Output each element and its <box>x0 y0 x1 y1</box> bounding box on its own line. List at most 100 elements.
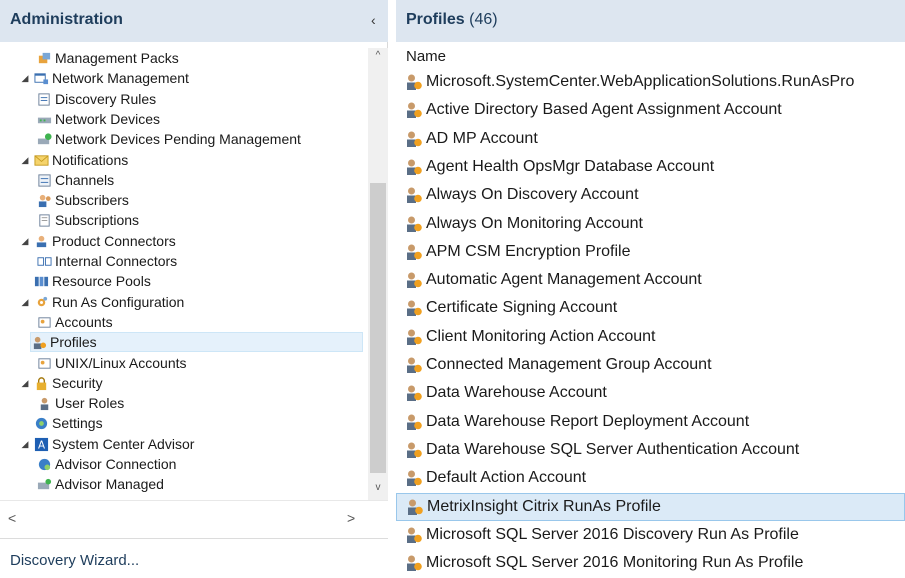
scroll-right-icon[interactable]: > <box>347 510 355 526</box>
tree-item-accounts[interactable]: Accounts <box>36 312 113 332</box>
collapse-pane-button[interactable]: ‹ <box>371 12 376 28</box>
tree-item-label: Settings <box>52 415 103 431</box>
profile-row[interactable]: Microsoft SQL Server 2016 Discovery Run … <box>396 521 905 549</box>
profile-row[interactable]: Microsoft.SystemCenter.WebApplicationSol… <box>396 68 905 96</box>
tree-item-channels[interactable]: Channels <box>36 170 114 190</box>
tree-item-subscriptions[interactable]: Subscriptions <box>36 210 139 230</box>
profile-icon <box>404 243 424 261</box>
vertical-scrollbar[interactable]: ^ v <box>368 48 388 500</box>
tree-item-system-center-advisor[interactable]: ◢ A System Center Advisor <box>20 434 195 454</box>
run-as-configuration-icon <box>33 294 49 310</box>
scroll-down-icon[interactable]: v <box>368 482 388 498</box>
profile-row[interactable]: Always On Monitoring Account <box>396 210 905 238</box>
profiles-icon <box>31 334 47 350</box>
tree-item-settings[interactable]: Settings <box>20 413 103 433</box>
resource-pools-icon <box>33 273 49 289</box>
expand-collapse-icon[interactable]: ◢ <box>20 236 30 247</box>
tree-item-internal-connectors[interactable]: Internal Connectors <box>36 251 177 271</box>
subscribers-icon <box>36 192 52 208</box>
profile-icon <box>404 526 424 544</box>
tree-item-network-devices-pending-management[interactable]: Network Devices Pending Management <box>36 129 301 149</box>
tree-item-label: Product Connectors <box>52 233 176 249</box>
tree-item-security[interactable]: ◢ Security <box>20 373 103 393</box>
tree-item-user-roles[interactable]: User Roles <box>36 393 124 413</box>
settings-icon <box>33 415 49 431</box>
profile-icon <box>404 101 424 119</box>
profile-row[interactable]: Automatic Agent Management Account <box>396 266 905 294</box>
security-icon <box>33 375 49 391</box>
profile-icon <box>404 299 424 317</box>
tree-item-label: Security <box>52 375 103 391</box>
scroll-left-icon[interactable]: < <box>8 510 16 526</box>
profile-row[interactable]: Data Warehouse Report Deployment Account <box>396 408 905 436</box>
profile-name: Always On Monitoring Account <box>426 215 643 232</box>
expand-collapse-icon[interactable]: ◢ <box>20 378 30 389</box>
tree-item-profiles[interactable]: Profiles <box>30 332 363 352</box>
internal-connectors-icon <box>36 253 52 269</box>
profile-row[interactable]: Microsoft SQL Server 2016 Monitoring Run… <box>396 549 905 577</box>
profile-row[interactable]: Connected Management Group Account <box>396 351 905 379</box>
tree-item-unix-linux-accounts[interactable]: UNIX/Linux Accounts <box>36 353 187 373</box>
profile-row[interactable]: Data Warehouse Account <box>396 379 905 407</box>
tree-item-resource-pools[interactable]: Resource Pools <box>20 271 151 291</box>
tree-item-network-management[interactable]: ◢ Network Management <box>20 68 189 88</box>
expand-collapse-icon[interactable]: ◢ <box>20 297 30 308</box>
results-title-text: Profiles <box>406 11 465 28</box>
product-connectors-icon <box>33 233 49 249</box>
profile-row[interactable]: APM CSM Encryption Profile <box>396 238 905 266</box>
tree-item-label: Advisor Managed <box>55 476 164 492</box>
profile-row[interactable]: Data Warehouse SQL Server Authentication… <box>396 436 905 464</box>
advisor-connection-icon <box>36 456 52 472</box>
tree-item-run-as-configuration[interactable]: ◢ Run As Configuration <box>20 292 185 312</box>
profile-row[interactable]: Agent Health OpsMgr Database Account <box>396 153 905 181</box>
profile-icon <box>404 384 424 402</box>
tree-item-label: Network Management <box>52 70 189 86</box>
tree-item-subscribers[interactable]: Subscribers <box>36 190 129 210</box>
profile-name: Automatic Agent Management Account <box>426 271 702 288</box>
profile-icon <box>404 73 424 91</box>
profile-row[interactable]: Always On Discovery Account <box>396 181 905 209</box>
tree-item-notifications[interactable]: ◢ Notifications <box>20 150 129 170</box>
tree-item-network-devices[interactable]: Network Devices <box>36 109 160 129</box>
subscriptions-icon <box>36 212 52 228</box>
profile-icon <box>404 215 424 233</box>
scroll-up-icon[interactable]: ^ <box>368 50 388 66</box>
vertical-scroll-thumb[interactable] <box>370 183 386 473</box>
tree-item-label: Resource Pools <box>52 273 151 289</box>
tree-item-product-connectors[interactable]: ◢ Product Connectors <box>20 231 176 251</box>
profile-icon <box>404 469 424 487</box>
user-roles-icon <box>36 395 52 411</box>
tree-item-management-packs[interactable]: Management Packs <box>36 48 179 68</box>
profile-row[interactable]: Certificate Signing Account <box>396 294 905 322</box>
profile-name: Active Directory Based Agent Assignment … <box>426 101 782 118</box>
network-devices-icon <box>36 111 52 127</box>
tree-item-advisor-managed[interactable]: Advisor Managed <box>36 474 164 494</box>
profile-row[interactable]: Active Directory Based Agent Assignment … <box>396 96 905 124</box>
profile-icon <box>404 130 424 148</box>
profile-name: Microsoft SQL Server 2016 Discovery Run … <box>426 526 799 543</box>
profile-name: Client Monitoring Action Account <box>426 328 656 345</box>
discovery-wizard-link[interactable]: Discovery Wizard... <box>10 552 139 569</box>
profile-row[interactable]: Client Monitoring Action Account <box>396 323 905 351</box>
profile-icon <box>404 413 424 431</box>
tree-item-label: User Roles <box>55 395 125 411</box>
profile-icon <box>404 158 424 176</box>
tree-item-label: Subscribers <box>55 192 129 208</box>
tree-item-discovery-rules[interactable]: Discovery Rules <box>36 89 156 109</box>
svg-text:A: A <box>37 439 44 451</box>
tree-item-advisor-connection[interactable]: Advisor Connection <box>36 454 176 474</box>
expand-collapse-icon[interactable]: ◢ <box>20 155 30 166</box>
tree-item-label: Network Devices <box>55 111 161 127</box>
expand-collapse-icon[interactable]: ◢ <box>20 73 30 84</box>
system-center-advisor-icon: A <box>33 436 49 452</box>
navigation-pane-header: Administration ‹ <box>0 0 388 42</box>
horizontal-scrollbar[interactable]: < > <box>0 500 388 538</box>
profile-row[interactable]: MetrixInsight Citrix RunAs Profile <box>396 493 905 521</box>
profile-row[interactable]: Default Action Account <box>396 464 905 492</box>
results-pane: Profiles (46) Name Microsoft.SystemCente… <box>396 0 905 578</box>
tree-item-label: Notifications <box>52 152 129 168</box>
channels-icon <box>36 172 52 188</box>
column-header-name[interactable]: Name <box>406 48 446 65</box>
expand-collapse-icon[interactable]: ◢ <box>20 439 30 450</box>
profile-row[interactable]: AD MP Account <box>396 125 905 153</box>
